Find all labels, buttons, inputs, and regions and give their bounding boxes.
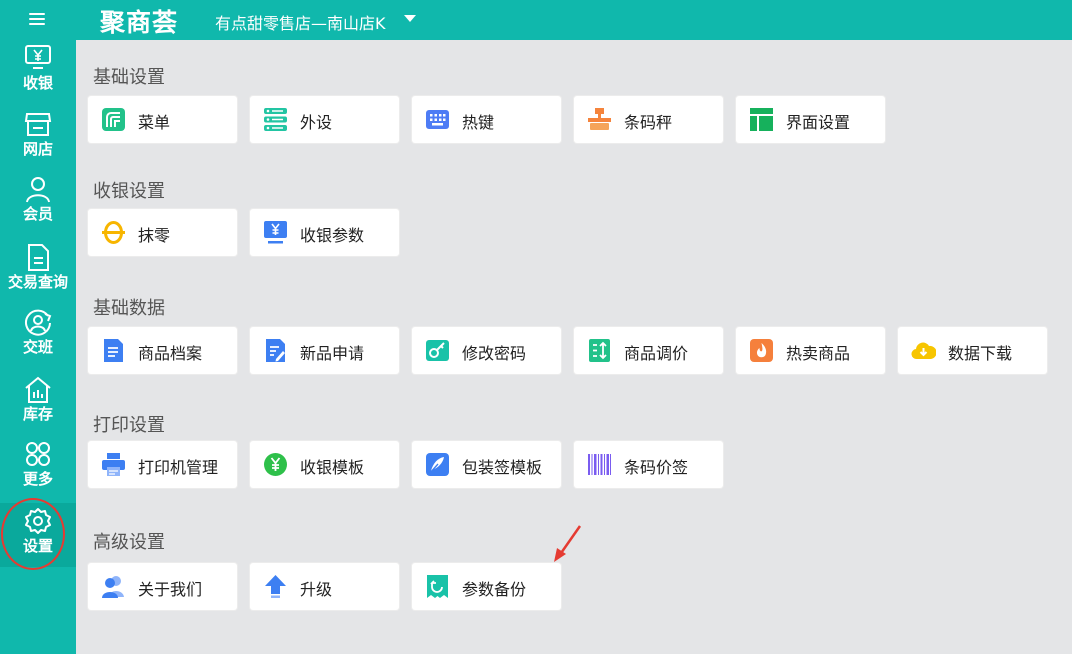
sidebar-item-more[interactable]: 更多 <box>0 436 76 500</box>
tile-label: 条码秤 <box>624 113 673 132</box>
tile-label: 参数备份 <box>462 580 527 599</box>
sidebar-item-label: 库存 <box>22 405 53 423</box>
tile-label: 新品申请 <box>300 344 365 363</box>
sidebar-item-shift[interactable]: 交班 <box>0 304 76 368</box>
warehouse-icon <box>25 376 51 403</box>
tile-upgrade[interactable]: 升级 <box>250 563 399 610</box>
cloud-download-icon <box>911 342 936 360</box>
tile-label: 抹零 <box>138 226 171 245</box>
tile-label: 热卖商品 <box>786 344 851 363</box>
layout-icon <box>750 108 773 131</box>
section-title: 基础设置 <box>93 67 165 88</box>
printer-icon <box>102 453 125 476</box>
tile-label: 商品调价 <box>624 344 689 363</box>
tile-printer-management[interactable]: 打印机管理 <box>88 441 237 488</box>
section-title: 打印设置 <box>93 415 165 436</box>
tile-receipt-template[interactable]: 收银模板 <box>250 441 399 488</box>
cashier-icon <box>25 45 51 69</box>
users-icon <box>102 576 124 598</box>
sidebar-item-label: 交班 <box>22 338 53 356</box>
sidebar-item-label: 更多 <box>22 470 53 488</box>
sidebar-item-label: 收银 <box>22 74 53 92</box>
fire-icon <box>750 339 773 362</box>
document-icon <box>28 244 49 271</box>
rounding-icon <box>102 221 125 244</box>
tile-label: 打印机管理 <box>138 458 219 477</box>
sidebar-item-shop[interactable]: 网店 <box>0 106 76 170</box>
sidebar-item-cashier[interactable]: 收银 <box>0 40 76 104</box>
tile-label: 包装签模板 <box>462 458 543 477</box>
more-icon <box>26 442 50 466</box>
sidebar-item-label: 交易查询 <box>7 273 68 291</box>
menu-icon[interactable] <box>29 13 45 27</box>
tile-product-archive[interactable]: 商品档案 <box>88 327 237 374</box>
tile-label: 修改密码 <box>462 344 527 363</box>
tile-change-password[interactable]: 修改密码 <box>412 327 561 374</box>
chevron-down-icon[interactable] <box>404 15 416 22</box>
app-logo: 聚商荟 <box>100 8 179 37</box>
section-title: 收银设置 <box>93 181 165 202</box>
tile-cashier-params[interactable]: 收银参数 <box>250 209 399 256</box>
sidebar-item-inventory[interactable]: 库存 <box>0 371 76 435</box>
yuan-circle-icon <box>264 453 287 476</box>
tile-price-adjust[interactable]: 商品调价 <box>574 327 723 374</box>
tile-interface-settings[interactable]: 界面设置 <box>736 96 885 143</box>
price-adjust-icon <box>589 339 610 362</box>
shift-icon <box>25 309 52 336</box>
top-bar: 聚商荟 有点甜零售店—南山店K <box>0 0 1072 40</box>
tile-menu[interactable]: 菜单 <box>88 96 237 143</box>
tile-label: 条码价签 <box>624 458 689 477</box>
tile-new-product-request[interactable]: 新品申请 <box>250 327 399 374</box>
arrow-up-icon <box>265 575 286 598</box>
tile-package-label-template[interactable]: 包装签模板 <box>412 441 561 488</box>
tile-about-us[interactable]: 关于我们 <box>88 563 237 610</box>
tile-hotkeys[interactable]: 热键 <box>412 96 561 143</box>
tile-label: 外设 <box>300 113 333 132</box>
tile-label: 收银参数 <box>300 226 365 245</box>
tile-label: 收银模板 <box>300 458 365 477</box>
highlight-circle <box>1 498 65 570</box>
tile-label: 数据下载 <box>948 344 1013 363</box>
sidebar-item-label: 会员 <box>22 205 53 223</box>
annotation-arrow <box>554 525 582 562</box>
menu-icon <box>102 108 125 131</box>
feather-icon <box>426 453 449 476</box>
tile-hot-products[interactable]: 热卖商品 <box>736 327 885 374</box>
tile-label: 升级 <box>300 580 333 599</box>
keyboard-icon <box>426 110 449 129</box>
user-icon <box>26 177 50 203</box>
store-selector[interactable]: 有点甜零售店—南山店K <box>215 10 386 34</box>
tile-label: 热键 <box>462 113 495 132</box>
server-icon <box>264 108 287 131</box>
key-icon <box>426 340 449 361</box>
sidebar-item-label: 网店 <box>22 140 53 158</box>
sidebar: 收银 网店 会员 交易查询 交班 库存 更多 设置 <box>0 40 76 654</box>
tile-label: 菜单 <box>138 113 171 132</box>
sidebar-item-member[interactable]: 会员 <box>0 171 76 235</box>
tile-data-download[interactable]: 数据下载 <box>898 327 1047 374</box>
shop-icon <box>24 113 52 136</box>
tile-parameter-backup[interactable]: 参数备份 <box>412 563 561 610</box>
tile-label: 关于我们 <box>138 580 203 599</box>
tile-label: 界面设置 <box>786 113 851 132</box>
section-title: 高级设置 <box>93 532 165 553</box>
scale-icon <box>588 108 611 130</box>
yuan-screen-icon <box>264 221 287 244</box>
barcode-icon <box>588 454 611 475</box>
backup-icon <box>427 575 448 598</box>
tile-barcode-price-label[interactable]: 条码价签 <box>574 441 723 488</box>
section-title: 基础数据 <box>93 298 165 319</box>
tile-rounding[interactable]: 抹零 <box>88 209 237 256</box>
file-edit-icon <box>266 339 285 362</box>
tile-label: 商品档案 <box>138 344 203 363</box>
sidebar-item-transactions[interactable]: 交易查询 <box>0 239 76 303</box>
file-list-icon <box>104 339 123 362</box>
tile-barcode-scale[interactable]: 条码秤 <box>574 96 723 143</box>
tile-peripherals[interactable]: 外设 <box>250 96 399 143</box>
